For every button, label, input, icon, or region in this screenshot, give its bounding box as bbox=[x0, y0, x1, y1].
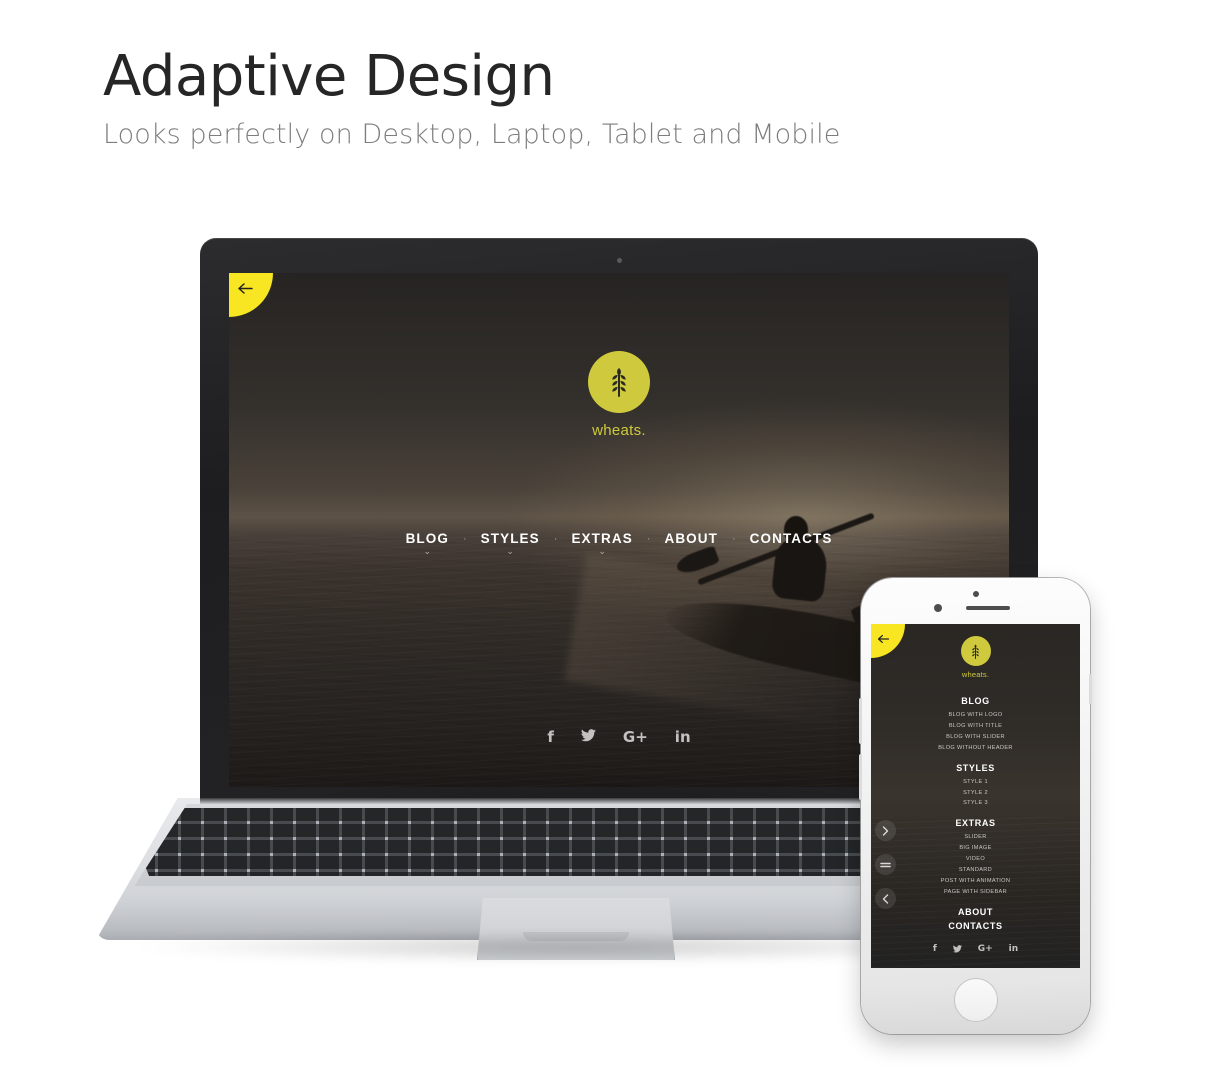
menu-item[interactable]: BLOG WITH TITLE bbox=[871, 721, 1080, 732]
wheat-icon bbox=[960, 636, 991, 666]
menu-section-extras[interactable]: EXTRAS bbox=[871, 818, 1080, 828]
home-button[interactable] bbox=[953, 978, 998, 1022]
linkedin-icon[interactable]: in bbox=[1009, 945, 1019, 956]
menu-item[interactable]: BLOG WITH SLIDER bbox=[871, 732, 1080, 743]
menu-item[interactable]: BLOG WITH LOGO bbox=[871, 710, 1080, 721]
site-brand[interactable]: wheats. bbox=[229, 351, 1009, 439]
nav-item-blog[interactable]: BLOG ⌄ bbox=[392, 531, 463, 556]
chevron-down-icon: ⌄ bbox=[506, 546, 514, 556]
wheat-icon bbox=[588, 351, 650, 413]
twitter-icon[interactable] bbox=[580, 729, 596, 745]
google-plus-icon[interactable]: G+ bbox=[623, 729, 648, 745]
menu-item[interactable]: VIDEO bbox=[871, 854, 1080, 865]
nav-label: CONTACTS bbox=[749, 531, 833, 546]
menu-item[interactable]: STANDARD bbox=[871, 865, 1080, 876]
linkedin-icon[interactable]: in bbox=[675, 729, 691, 745]
webcam-icon bbox=[616, 258, 622, 263]
phone-menu: BLOG BLOG WITH LOGO BLOG WITH TITLE BLOG… bbox=[871, 696, 1080, 935]
google-plus-icon[interactable]: G+ bbox=[978, 945, 993, 956]
menu-section-blog[interactable]: BLOG bbox=[871, 696, 1080, 706]
front-camera-icon bbox=[972, 591, 979, 597]
nav-item-about[interactable]: ABOUT bbox=[650, 531, 732, 546]
menu-item[interactable]: STYLE 3 bbox=[871, 798, 1080, 809]
phone-site-brand[interactable]: wheats. bbox=[871, 636, 1080, 679]
chevron-down-icon: ⌄ bbox=[598, 546, 606, 556]
earpiece-speaker bbox=[965, 606, 1010, 610]
brand-name: wheats. bbox=[592, 422, 646, 439]
volume-down-button[interactable] bbox=[859, 754, 862, 800]
nav-item-styles[interactable]: STYLES ⌄ bbox=[467, 531, 554, 556]
arrow-left-icon bbox=[238, 283, 253, 294]
facebook-icon[interactable]: f bbox=[933, 945, 937, 956]
brand-name: wheats. bbox=[961, 670, 990, 679]
nav-label: ABOUT bbox=[664, 531, 718, 546]
phone-screen: wheats. BLOG BLOG WITH LOGO BLOG WITH TI… bbox=[871, 624, 1080, 968]
menu-item[interactable]: POST WITH ANIMATION bbox=[871, 876, 1080, 887]
nav-item-contacts[interactable]: CONTACTS bbox=[736, 531, 847, 546]
menu-section-styles[interactable]: STYLES bbox=[871, 763, 1080, 773]
phone-social-links: f G+ in bbox=[871, 945, 1080, 956]
menu-section-about[interactable]: ABOUT bbox=[871, 907, 1080, 917]
page-header: Adaptive Design Looks perfectly on Deskt… bbox=[103, 44, 841, 150]
nav-label: EXTRAS bbox=[571, 531, 633, 546]
menu-item[interactable]: BLOG WITHOUT HEADER bbox=[871, 743, 1080, 754]
menu-section-contacts[interactable]: CONTACTS bbox=[871, 921, 1080, 931]
power-button[interactable] bbox=[1089, 674, 1092, 704]
page-title: Adaptive Design bbox=[103, 44, 555, 109]
menu-item[interactable]: STYLE 2 bbox=[871, 788, 1080, 799]
volume-up-button[interactable] bbox=[859, 698, 862, 744]
twitter-icon[interactable] bbox=[952, 945, 962, 956]
main-navigation: BLOG ⌄ · STYLES ⌄ · EXTRAS ⌄ · ABOUT · C… bbox=[229, 531, 1009, 556]
proximity-sensor-icon bbox=[933, 604, 942, 612]
phone-mockup: wheats. BLOG BLOG WITH LOGO BLOG WITH TI… bbox=[859, 578, 1092, 1034]
menu-item[interactable]: STYLE 1 bbox=[871, 777, 1080, 788]
nav-label: STYLES bbox=[480, 531, 540, 546]
page-subtitle: Looks perfectly on Desktop, Laptop, Tabl… bbox=[103, 118, 841, 150]
menu-item[interactable]: PAGE WITH SIDEBAR bbox=[871, 887, 1080, 898]
menu-item[interactable]: SLIDER bbox=[871, 832, 1080, 843]
menu-item[interactable]: BIG IMAGE bbox=[871, 843, 1080, 854]
facebook-icon[interactable]: f bbox=[547, 729, 554, 745]
nav-label: BLOG bbox=[405, 531, 449, 546]
chevron-down-icon: ⌄ bbox=[423, 546, 432, 556]
nav-item-extras[interactable]: EXTRAS ⌄ bbox=[557, 531, 646, 556]
